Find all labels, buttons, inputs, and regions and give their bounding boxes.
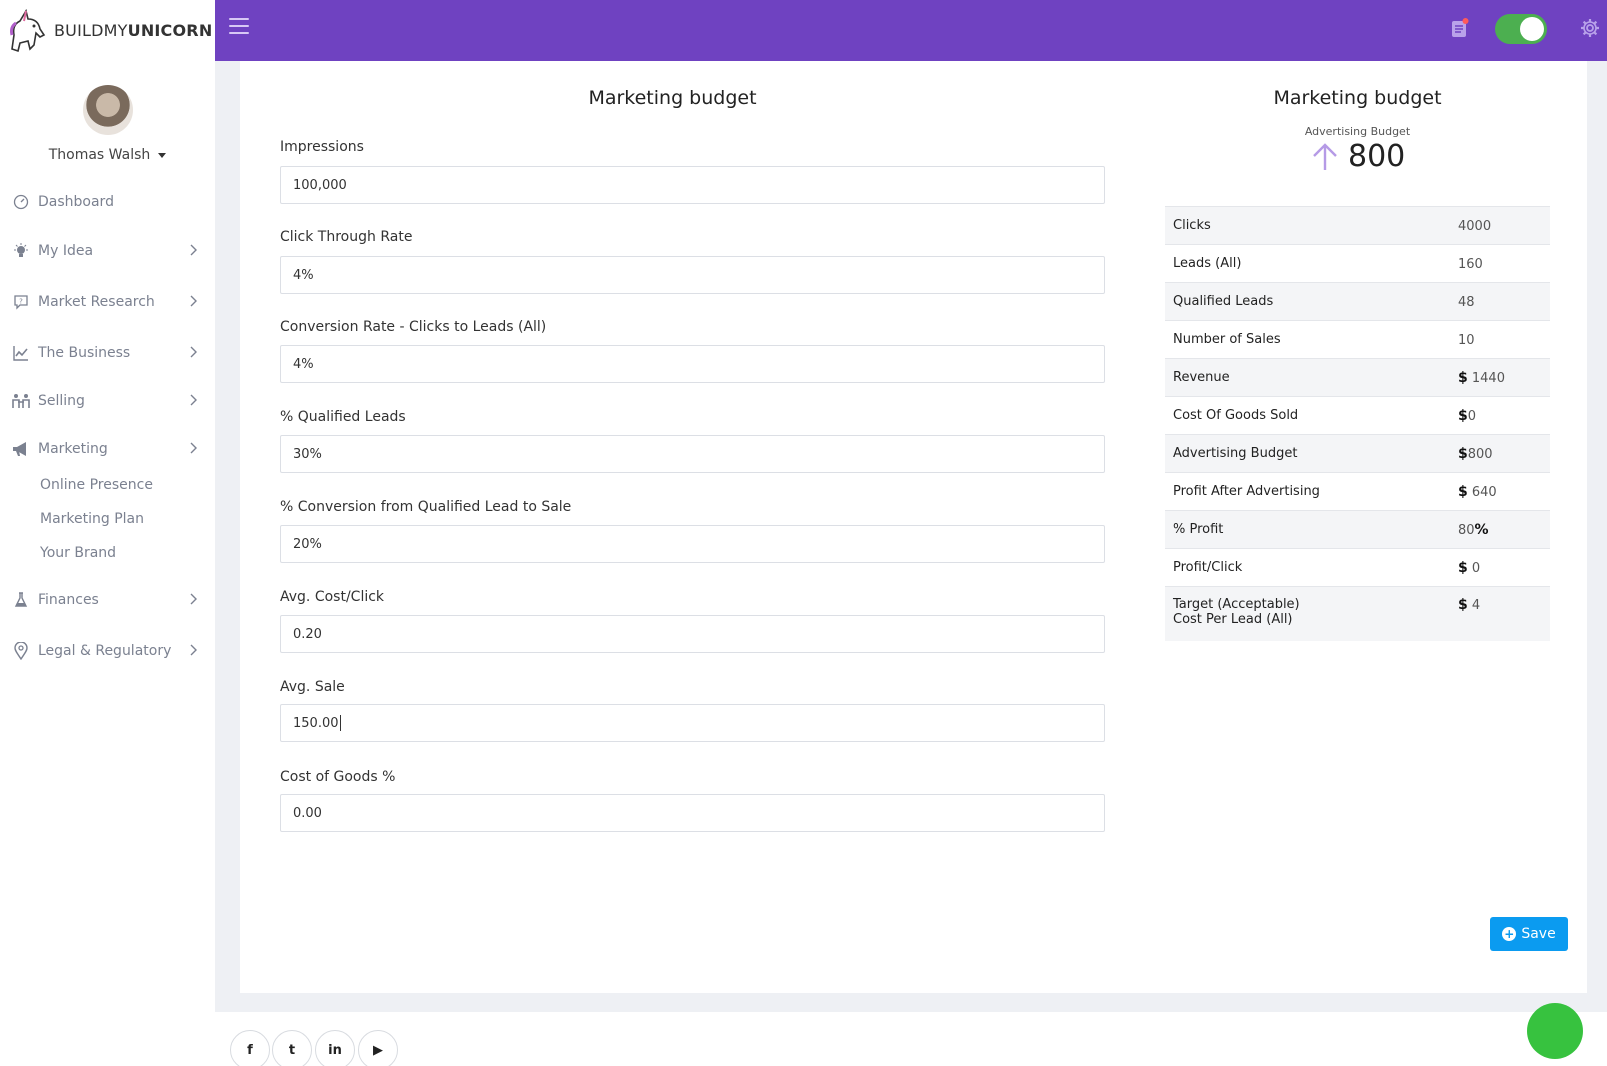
notes-icon[interactable] <box>1451 18 1469 38</box>
cost-per-click-label: Avg. Cost/Click <box>280 589 385 605</box>
sidebar-item-label: My Idea <box>38 243 94 259</box>
sidebar: BUILDMYUNICORN Thomas Walsh Dashboard My… <box>0 0 215 1066</box>
sidebar-item-label: Finances <box>38 592 99 608</box>
avg-sale-input[interactable]: 150.00 <box>280 704 1105 742</box>
twitter-icon[interactable]: t <box>272 1030 312 1066</box>
user-menu-toggle[interactable]: Thomas Walsh <box>49 147 167 163</box>
ctr-input[interactable]: 4% <box>280 256 1105 294</box>
impressions-label: Impressions <box>280 139 364 155</box>
chevron-right-icon <box>190 593 197 605</box>
cost-of-goods-label: Cost of Goods % <box>280 769 396 785</box>
table-row: Leads (All) 160 <box>1165 244 1550 283</box>
ctr-label: Click Through Rate <box>280 229 413 245</box>
qualified-leads-input[interactable]: 30% <box>280 435 1105 473</box>
chevron-right-icon <box>190 346 197 358</box>
brand-logo[interactable]: BUILDMYUNICORN <box>0 0 215 61</box>
youtube-icon[interactable]: ▶ <box>358 1030 398 1066</box>
sidebar-item-legal-regulatory[interactable]: Legal & Regulatory <box>12 639 202 663</box>
flask-icon <box>12 591 30 609</box>
table-row: Number of Sales 10 <box>1165 320 1550 359</box>
lead-to-sale-label: % Conversion from Qualified Lead to Sale <box>280 499 572 515</box>
chat-fab-button[interactable] <box>1527 1003 1583 1059</box>
map-pin-icon <box>12 642 30 660</box>
user-profile: Thomas Walsh <box>0 61 215 163</box>
qualified-leads-label: % Qualified Leads <box>280 409 406 425</box>
theme-toggle[interactable] <box>1495 14 1547 44</box>
summary-table: Clicks 4000 Leads (All) 160 Qualified Lead… <box>1165 206 1550 641</box>
table-row: Profit/Click $ 0 <box>1165 548 1550 587</box>
sidebar-item-finances[interactable]: Finances <box>12 588 202 612</box>
summary-title: Marketing budget <box>1273 87 1442 109</box>
top-bar <box>215 0 1607 61</box>
sidebar-item-label: Dashboard <box>38 194 114 210</box>
sidebar-item-the-business[interactable]: The Business <box>12 341 202 365</box>
chevron-right-icon <box>190 244 197 256</box>
sidebar-item-label: Marketing <box>38 441 108 457</box>
line-chart-icon <box>12 344 30 362</box>
sidebar-item-my-idea[interactable]: My Idea <box>12 239 202 263</box>
sidebar-item-market-research[interactable]: ? Market Research <box>12 290 202 314</box>
chevron-right-icon <box>190 295 197 307</box>
save-button[interactable]: + Save <box>1490 917 1568 951</box>
megaphone-icon <box>12 440 30 458</box>
table-row: Cost Of Goods Sold $0 <box>1165 396 1550 435</box>
avatar[interactable] <box>82 85 133 135</box>
table-row: Clicks 4000 <box>1165 206 1550 245</box>
lightbulb-icon <box>12 242 30 260</box>
text-cursor <box>339 715 341 731</box>
main-card: Marketing budget Impressions 100,000 Cli… <box>240 61 1587 993</box>
table-row: Profit After Advertising $ 640 <box>1165 472 1550 511</box>
form-title: Marketing budget <box>588 87 757 109</box>
table-row: Advertising Budget $800 <box>1165 434 1550 473</box>
conversion-rate-label: Conversion Rate - Clicks to Leads (All) <box>280 319 547 335</box>
chat-question-icon: ? <box>12 293 30 311</box>
lead-to-sale-input[interactable]: 20% <box>280 525 1105 563</box>
sidebar-subitem-marketing-plan[interactable]: Marketing Plan <box>40 511 144 527</box>
avg-sale-label: Avg. Sale <box>280 679 345 695</box>
cost-per-click-input[interactable]: 0.20 <box>280 615 1105 653</box>
advertising-budget-label: Advertising Budget <box>1304 125 1411 138</box>
plus-circle-icon: + <box>1502 927 1517 941</box>
table-row: % Profit 80% <box>1165 510 1550 549</box>
table-row: Qualified Leads 48 <box>1165 282 1550 321</box>
sidebar-item-dashboard[interactable]: Dashboard <box>12 190 202 214</box>
chevron-right-icon <box>190 442 197 454</box>
impressions-input[interactable]: 100,000 <box>280 166 1105 204</box>
people-icon <box>12 392 30 410</box>
sidebar-subitem-online-presence[interactable]: Online Presence <box>40 477 153 493</box>
gauge-icon <box>12 193 30 211</box>
sidebar-item-label: Selling <box>38 393 85 409</box>
caret-down-icon <box>158 152 167 158</box>
conversion-rate-input[interactable]: 4% <box>280 345 1105 383</box>
sidebar-subitem-your-brand[interactable]: Your Brand <box>40 545 116 561</box>
table-row: Target (Acceptable) Cost Per Lead (All) $ … <box>1165 586 1550 641</box>
user-name: Thomas Walsh <box>48 147 151 163</box>
table-row: Revenue $ 1440 <box>1165 358 1550 397</box>
brand-name: BUILDMYUNICORN <box>54 21 213 40</box>
advertising-budget-value: 800 <box>1310 139 1405 174</box>
footer: f t in ▶ <box>215 1012 1607 1066</box>
sidebar-item-selling[interactable]: Selling <box>12 389 202 413</box>
gear-icon[interactable] <box>1580 18 1600 38</box>
sidebar-item-marketing[interactable]: Marketing <box>12 437 202 461</box>
unicorn-logo-icon <box>10 8 46 52</box>
linkedin-icon[interactable]: in <box>315 1030 355 1066</box>
arrow-up-icon <box>1313 142 1337 170</box>
sidebar-item-label: Legal & Regulatory <box>38 643 172 659</box>
facebook-icon[interactable]: f <box>230 1030 270 1066</box>
sidebar-item-label: Market Research <box>38 294 155 310</box>
cost-of-goods-input[interactable]: 0.00 <box>280 794 1105 832</box>
chevron-right-icon <box>190 644 197 656</box>
sidebar-item-label: The Business <box>38 345 131 361</box>
chevron-right-icon <box>190 394 197 406</box>
menu-icon[interactable] <box>229 18 249 34</box>
svg-text:?: ? <box>19 298 23 306</box>
